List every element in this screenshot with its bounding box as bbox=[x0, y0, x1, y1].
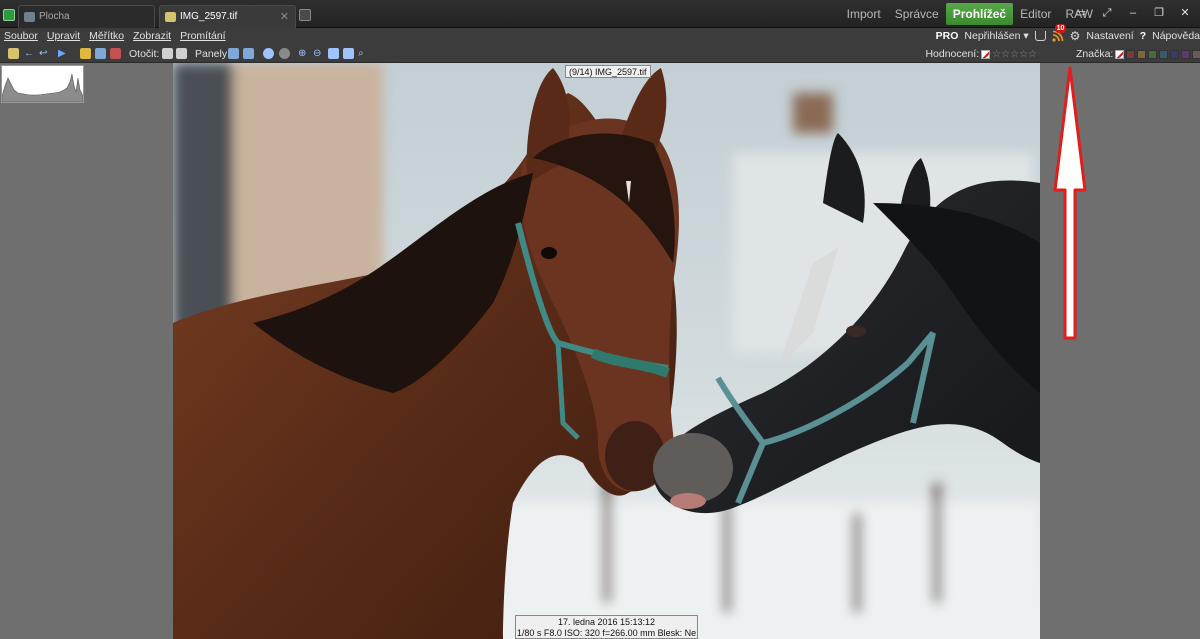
play-icon[interactable]: ▶ bbox=[58, 48, 69, 59]
rotate-right-icon[interactable] bbox=[176, 48, 187, 59]
rating-stars[interactable]: ☆☆☆☆☆ bbox=[992, 48, 1037, 60]
zoom-actual-icon[interactable] bbox=[343, 48, 354, 59]
tag-label: Značka: bbox=[1076, 48, 1114, 60]
rating-control: Hodnocení: ☆☆☆☆☆ bbox=[925, 48, 1037, 60]
tab-plocha[interactable]: Plocha bbox=[18, 5, 155, 28]
zoner-photo-studio-window: Plocha IMG_2597.tif ✕ Import Správce Pro… bbox=[0, 0, 1200, 639]
back-arrow-icon[interactable]: ← bbox=[24, 48, 35, 59]
color-tag-swatch[interactable] bbox=[1181, 49, 1191, 59]
help-link[interactable]: Nápověda bbox=[1152, 30, 1200, 42]
rating-label: Hodnocení: bbox=[925, 48, 980, 60]
menu-promitani[interactable]: Promítání bbox=[180, 30, 226, 42]
panels-label: Panely: bbox=[195, 48, 231, 60]
mode-prohlizec[interactable]: Prohlížeč bbox=[945, 3, 1014, 25]
menu-soubor[interactable]: Soubor bbox=[4, 30, 38, 42]
star-icon[interactable]: ☆ bbox=[992, 49, 1001, 60]
delete-icon[interactable] bbox=[110, 48, 121, 59]
desktop-icon bbox=[24, 12, 35, 22]
color-tag-swatch[interactable] bbox=[1159, 49, 1169, 59]
close-button[interactable]: ✕ bbox=[1174, 4, 1196, 22]
no-tag-icon[interactable] bbox=[1115, 49, 1125, 59]
tab-img-2597[interactable]: IMG_2597.tif ✕ bbox=[159, 5, 296, 28]
main-photo-horses[interactable] bbox=[173, 63, 1040, 639]
zoom-out-icon[interactable]: ⊖ bbox=[313, 48, 324, 59]
account-menu: PRO Nepřihlášen ▾ 10 ⚙ Nastavení ? Nápov… bbox=[935, 24, 1200, 43]
toolbar: ← ↩ ▶ Otočit: Panely: ⊕ ⊖ ⌕ Hodnocení: ☆… bbox=[0, 45, 1200, 63]
star-icon[interactable]: ☆ bbox=[1010, 49, 1019, 60]
rotate-left-icon[interactable] bbox=[162, 48, 173, 59]
window-controls: ▭ ⤢ – ❐ ✕ bbox=[1070, 4, 1196, 22]
histogram bbox=[1, 65, 84, 103]
menu-zobrazit[interactable]: Zobrazit bbox=[133, 30, 171, 42]
mode-import[interactable]: Import bbox=[840, 3, 888, 25]
menu-bar: Soubor Upravit Měřítko Zobrazit Promítán… bbox=[0, 24, 1200, 45]
star-icon[interactable]: ☆ bbox=[1028, 49, 1037, 60]
color-tag-swatch[interactable] bbox=[1192, 49, 1200, 59]
image-icon[interactable] bbox=[8, 48, 19, 59]
image-title-tooltip: (9/14) IMG_2597.tif bbox=[565, 65, 651, 78]
copy-icon[interactable] bbox=[95, 48, 106, 59]
menu-upravit[interactable]: Upravit bbox=[47, 30, 80, 42]
tab-label: Plocha bbox=[39, 11, 70, 22]
restore-button[interactable]: ❐ bbox=[1148, 4, 1170, 22]
image-viewer[interactable]: (9/14) IMG_2597.tif 17. ledna 2016 15:13… bbox=[0, 63, 1200, 639]
tab-label: IMG_2597.tif bbox=[180, 11, 238, 22]
rotate-label: Otočit: bbox=[129, 48, 160, 60]
close-tab-icon[interactable]: ✕ bbox=[280, 10, 289, 23]
pro-label: PRO bbox=[935, 30, 959, 42]
screen-icon[interactable]: ▭ bbox=[1070, 4, 1092, 22]
no-rating-icon[interactable] bbox=[981, 49, 991, 59]
mode-spravce[interactable]: Správce bbox=[888, 3, 946, 25]
map-icon[interactable] bbox=[279, 48, 290, 59]
color-tag-swatch[interactable] bbox=[1126, 49, 1136, 59]
zoom-in-icon[interactable]: ⊕ bbox=[298, 48, 309, 59]
gear-icon[interactable]: ⚙ bbox=[1070, 29, 1081, 43]
new-tab-icon[interactable] bbox=[299, 9, 311, 21]
star-icon[interactable]: ☆ bbox=[1019, 49, 1028, 60]
color-tag-swatch[interactable] bbox=[1137, 49, 1147, 59]
panel-layout-icon[interactable] bbox=[228, 48, 239, 59]
login-dropdown[interactable]: Nepřihlášen ▾ bbox=[964, 30, 1028, 42]
exif-settings: 1/80 s F8.0 ISO: 320 f=266.00 mm Blesk: … bbox=[516, 628, 697, 638]
folder-icon[interactable] bbox=[80, 48, 91, 59]
undo-icon[interactable]: ↩ bbox=[39, 48, 50, 59]
red-annotation-arrow bbox=[1053, 66, 1087, 340]
panel-info-icon[interactable] bbox=[243, 48, 254, 59]
zoom-fit-icon[interactable] bbox=[328, 48, 339, 59]
settings-link[interactable]: Nastavení bbox=[1086, 30, 1133, 42]
menu-meritko[interactable]: Měřítko bbox=[89, 30, 124, 42]
zoom-tool-icon[interactable]: ⌕ bbox=[358, 48, 369, 59]
main-menu: Soubor Upravit Měřítko Zobrazit Promítán… bbox=[4, 30, 226, 42]
tag-swatches bbox=[1126, 49, 1200, 59]
chevron-down-icon: ▾ bbox=[1023, 30, 1029, 42]
notification-badge: 10 bbox=[1054, 24, 1067, 33]
app-logo-icon[interactable] bbox=[3, 9, 15, 21]
login-label: Nepřihlášen bbox=[964, 30, 1021, 42]
info-icon[interactable] bbox=[263, 48, 274, 59]
image-file-icon bbox=[165, 12, 176, 22]
cart-icon[interactable] bbox=[1034, 31, 1046, 41]
help-icon[interactable]: ? bbox=[1140, 30, 1146, 42]
mode-switcher: Import Správce Prohlížeč Editor RAW bbox=[840, 3, 1100, 25]
star-icon[interactable]: ☆ bbox=[1001, 49, 1010, 60]
tag-control: Značka: bbox=[1076, 48, 1200, 60]
color-tag-swatch[interactable] bbox=[1170, 49, 1180, 59]
exif-date: 17. ledna 2016 15:13:12 bbox=[557, 617, 656, 627]
fullscreen-icon[interactable]: ⤢ bbox=[1096, 4, 1118, 22]
tab-bar: Plocha IMG_2597.tif ✕ Import Správce Pro… bbox=[0, 0, 1200, 28]
minimize-button[interactable]: – bbox=[1122, 4, 1144, 22]
mode-editor[interactable]: Editor bbox=[1013, 3, 1058, 25]
exif-info-box: 17. ledna 2016 15:13:12 1/80 s F8.0 ISO:… bbox=[515, 615, 698, 639]
rss-feed-icon[interactable]: 10 bbox=[1052, 24, 1067, 42]
color-tag-swatch[interactable] bbox=[1148, 49, 1158, 59]
